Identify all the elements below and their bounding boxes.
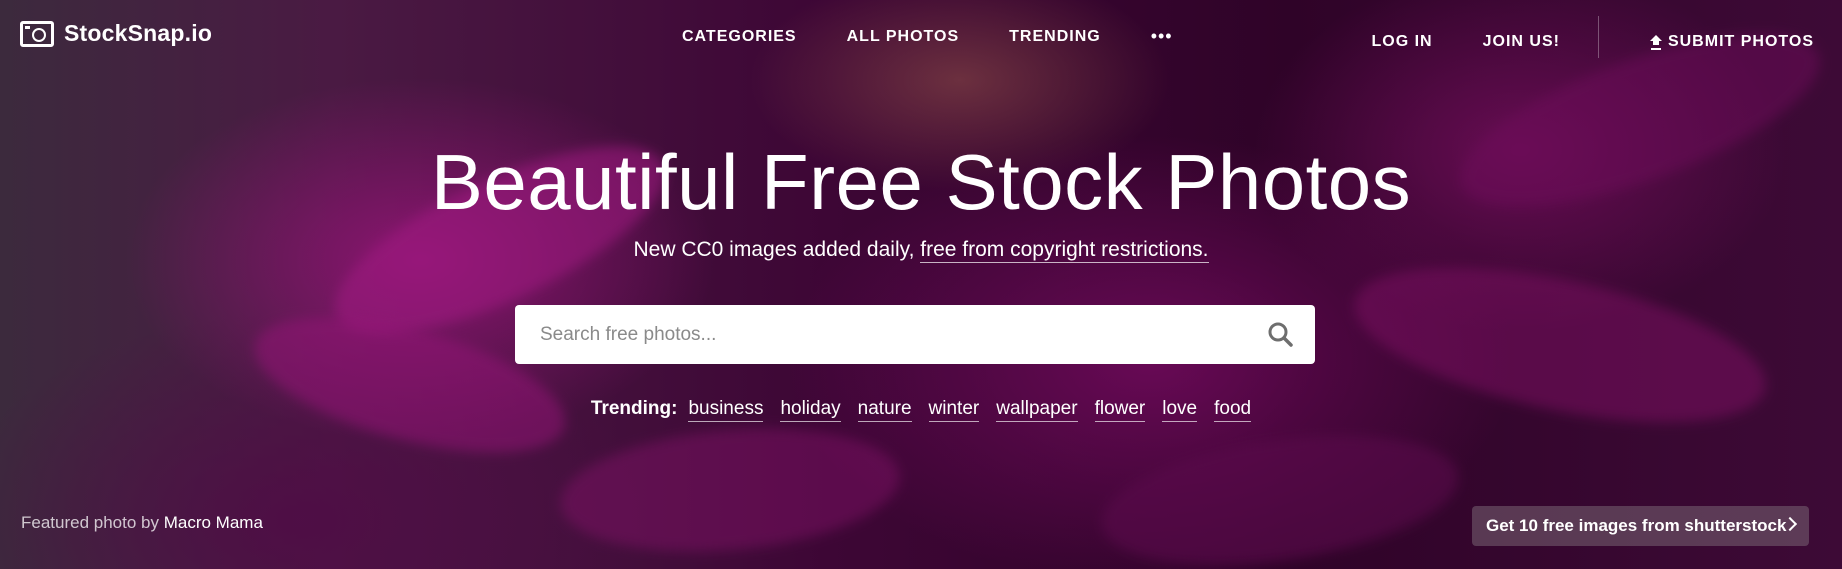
log-in-link[interactable]: LOG IN	[1372, 33, 1433, 51]
trending-tag[interactable]: holiday	[780, 398, 841, 422]
nav-categories[interactable]: CATEGORIES	[682, 28, 797, 46]
shutterstock-promo-button[interactable]: Get 10 free images from shutterstock	[1472, 506, 1809, 546]
trending-tag[interactable]: wallpaper	[996, 398, 1078, 422]
search-input[interactable]	[515, 305, 1235, 364]
hero-banner: StockSnap.io CATEGORIES ALL PHOTOS TREND…	[0, 0, 1842, 569]
background-petal	[555, 415, 905, 565]
upload-icon	[1649, 35, 1663, 49]
nav-trending[interactable]: TRENDING	[1009, 28, 1101, 46]
more-menu-icon[interactable]: •••	[1151, 26, 1173, 47]
submit-photos-label: SUBMIT PHOTOS	[1667, 33, 1814, 50]
site-logo[interactable]: StockSnap.io	[20, 20, 212, 47]
trending-tag[interactable]: food	[1214, 398, 1252, 422]
top-navigation: StockSnap.io CATEGORIES ALL PHOTOS TREND…	[0, 0, 1842, 74]
promo-label: Get 10 free images from shutterstock	[1486, 516, 1787, 535]
subtitle-text: New CC0 images added daily,	[633, 238, 915, 261]
trending-tags: Trending: business holiday nature winter…	[0, 398, 1842, 422]
trending-tag[interactable]: flower	[1094, 398, 1146, 422]
search-icon[interactable]	[1267, 321, 1293, 347]
trending-tag[interactable]: love	[1162, 398, 1198, 422]
background-petal	[1093, 415, 1467, 569]
main-nav: CATEGORIES ALL PHOTOS TRENDING •••	[682, 26, 1173, 47]
photo-author-link[interactable]: Macro Mama	[164, 513, 263, 532]
photo-credit: Featured photo by Macro Mama	[21, 513, 263, 533]
logo-text: StockSnap.io	[64, 20, 213, 46]
hero-subtitle: New CC0 images added daily, free from co…	[0, 238, 1842, 263]
trending-tag[interactable]: nature	[857, 398, 912, 422]
camera-icon	[20, 20, 54, 47]
license-link[interactable]: free from copyright restrictions.	[920, 238, 1209, 263]
nav-divider	[1597, 16, 1599, 58]
trending-tag[interactable]: business	[688, 398, 764, 422]
page-title: Beautiful Free Stock Photos	[430, 138, 1412, 226]
trending-label: Trending:	[590, 398, 678, 419]
search-bar	[515, 305, 1315, 364]
join-link[interactable]: JOIN US!	[1483, 33, 1560, 51]
nav-all-photos[interactable]: ALL PHOTOS	[847, 28, 960, 46]
credit-prefix: Featured photo by	[21, 513, 159, 532]
trending-tag[interactable]: winter	[928, 398, 980, 422]
account-nav: LOG IN JOIN US! SUBMIT PHOTOS	[1322, 16, 1815, 58]
submit-photos-link[interactable]: SUBMIT PHOTOS	[1649, 33, 1814, 51]
